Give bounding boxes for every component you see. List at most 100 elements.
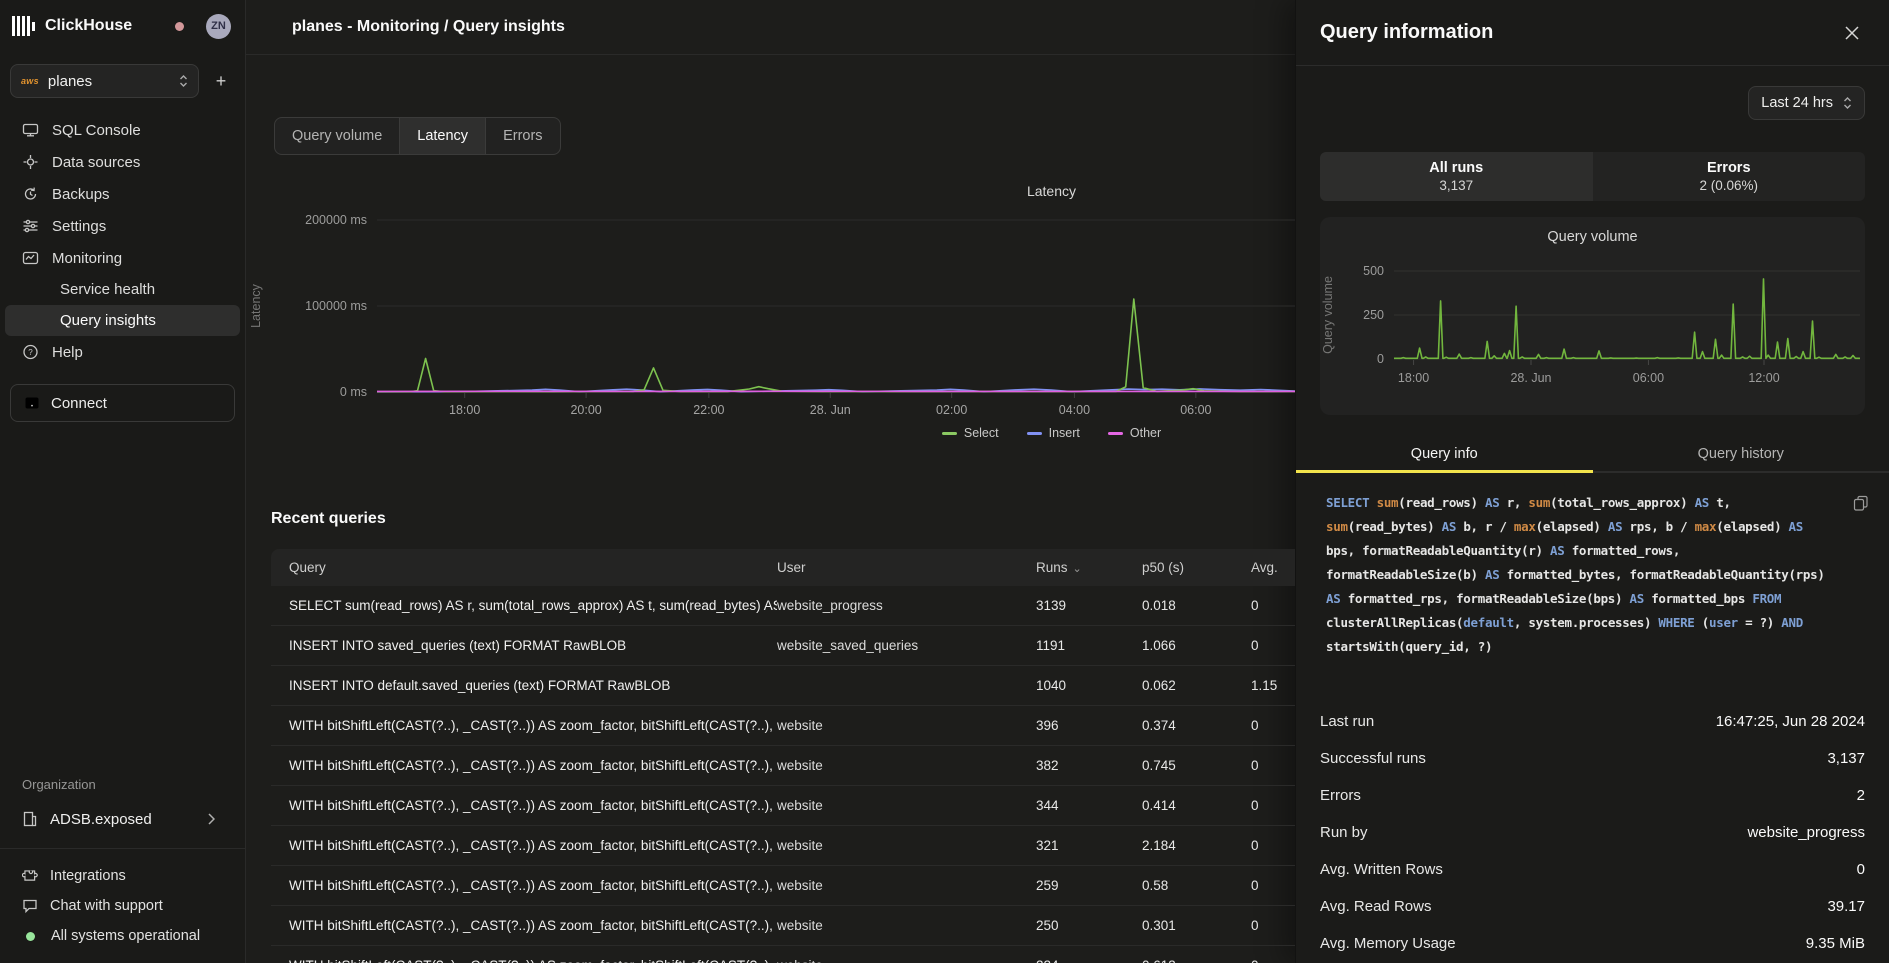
cell-runs: 1040 xyxy=(1036,678,1142,693)
cell-query: SELECT sum(read_rows) AS r, sum(total_ro… xyxy=(271,598,777,613)
aws-icon: aws xyxy=(21,76,39,86)
sidebar-item-settings[interactable]: Settings xyxy=(0,210,245,242)
integrations-item[interactable]: Integrations xyxy=(0,861,245,891)
table-row[interactable]: WITH bitShiftLeft(CAST(?..), _CAST(?..))… xyxy=(271,706,1295,746)
monitoring-icon xyxy=(22,250,39,266)
query-volume-title: Query volume xyxy=(1320,229,1865,251)
svg-text:?: ? xyxy=(28,348,33,357)
clickhouse-logo-icon xyxy=(12,16,35,36)
connect-button[interactable]: Connect xyxy=(10,384,235,422)
errors-tab[interactable]: Errors 2 (0.06%) xyxy=(1593,152,1866,201)
svg-text:500: 500 xyxy=(1363,264,1384,278)
cell-query: WITH bitShiftLeft(CAST(?..), _CAST(?..))… xyxy=(271,798,777,813)
sidebar-item-service-health[interactable]: Service health xyxy=(0,274,245,305)
runs-errors-toggle: All runs 3,137 Errors 2 (0.06%) xyxy=(1320,152,1865,201)
column-header-query[interactable]: Query xyxy=(271,560,777,575)
service-selector[interactable]: aws planes xyxy=(10,64,199,98)
column-header-avg[interactable]: Avg. xyxy=(1251,560,1295,575)
stat-value: 2 xyxy=(1857,787,1865,804)
close-icon[interactable] xyxy=(1841,22,1863,44)
sidebar-nav: SQL Console Data sources Backups Setting… xyxy=(0,114,245,368)
table-row[interactable]: SELECT sum(read_rows) AS r, sum(total_ro… xyxy=(271,586,1295,626)
sidebar-header: ClickHouse ZN xyxy=(0,0,245,52)
cell-query: WITH bitShiftLeft(CAST(?..), _CAST(?..))… xyxy=(271,758,777,773)
copy-icon[interactable] xyxy=(1853,495,1869,516)
stat-value: 3,137 xyxy=(1827,750,1865,767)
chart-legend: Select Insert Other xyxy=(377,426,1295,440)
terminal-icon xyxy=(22,122,39,138)
table-row[interactable]: WITH bitShiftLeft(CAST(?..), _CAST(?..))… xyxy=(271,946,1295,963)
table-row[interactable]: WITH bitShiftLeft(CAST(?..), _CAST(?..))… xyxy=(271,826,1295,866)
sidebar-item-label: SQL Console xyxy=(52,122,141,139)
svg-text:22:00: 22:00 xyxy=(693,403,724,417)
notification-dot-icon[interactable] xyxy=(175,22,184,31)
sidebar-item-monitoring[interactable]: Monitoring xyxy=(0,242,245,274)
sidebar-item-label: Query insights xyxy=(60,312,156,329)
column-header-runs[interactable]: Runs⌄ xyxy=(1036,560,1142,575)
sidebar-item-query-insights[interactable]: Query insights xyxy=(5,305,240,336)
cell-user: website xyxy=(777,718,1036,733)
chat-support-item[interactable]: Chat with support xyxy=(0,891,245,921)
table-row[interactable]: WITH bitShiftLeft(CAST(?..), _CAST(?..))… xyxy=(271,746,1295,786)
column-header-user[interactable]: User xyxy=(777,560,1036,575)
all-runs-tab[interactable]: All runs 3,137 xyxy=(1320,152,1593,201)
table-row[interactable]: WITH bitShiftLeft(CAST(?..), _CAST(?..))… xyxy=(271,906,1295,946)
cell-query: WITH bitShiftLeft(CAST(?..), _CAST(?..))… xyxy=(271,958,777,963)
table-row[interactable]: INSERT INTO saved_queries (text) FORMAT … xyxy=(271,626,1295,666)
legend-item-other[interactable]: Other xyxy=(1108,426,1161,440)
sidebar-item-sql-console[interactable]: SQL Console xyxy=(0,114,245,146)
stat-row: Avg. Written Rows0 xyxy=(1320,851,1865,888)
sidebar-item-label: Monitoring xyxy=(52,250,122,267)
tab-query-history[interactable]: Query history xyxy=(1593,437,1889,471)
cell-runs: 1191 xyxy=(1036,638,1142,653)
cell-user: website xyxy=(777,758,1036,773)
errors-label: Errors xyxy=(1707,160,1751,176)
organization-item[interactable]: ADSB.exposed xyxy=(0,802,245,836)
svg-text:250: 250 xyxy=(1363,308,1384,322)
table-row[interactable]: WITH bitShiftLeft(CAST(?..), _CAST(?..))… xyxy=(271,866,1295,906)
panel-tabs: Query info Query history xyxy=(1296,437,1889,473)
avatar[interactable]: ZN xyxy=(206,14,231,39)
svg-text:06:00: 06:00 xyxy=(1180,403,1211,417)
status-label: All systems operational xyxy=(51,928,200,944)
svg-text:12:00: 12:00 xyxy=(1748,371,1779,385)
sidebar-item-help[interactable]: ? Help xyxy=(0,336,245,368)
time-range-select[interactable]: Last 24 hrs xyxy=(1748,86,1865,120)
cell-p50: 2.184 xyxy=(1142,838,1251,853)
errors-value: 2 (0.06%) xyxy=(1699,178,1758,193)
table-header-row: Query User Runs⌄ p50 (s) Avg. xyxy=(271,549,1295,586)
footer-item-label: Chat with support xyxy=(50,898,163,914)
sidebar-item-data-sources[interactable]: Data sources xyxy=(0,146,245,178)
cell-p50: 0.613 xyxy=(1142,958,1251,963)
cell-user: website xyxy=(777,918,1036,933)
tab-errors[interactable]: Errors xyxy=(485,118,559,154)
cell-avg: 1.15 xyxy=(1251,678,1295,693)
legend-item-select[interactable]: Select xyxy=(942,426,999,440)
divider xyxy=(0,848,245,849)
legend-item-insert[interactable]: Insert xyxy=(1027,426,1080,440)
all-runs-value: 3,137 xyxy=(1439,178,1473,193)
connect-label: Connect xyxy=(51,395,107,412)
table-row[interactable]: INSERT INTO default.saved_queries (text)… xyxy=(271,666,1295,706)
data-sources-icon xyxy=(22,154,39,170)
cell-p50: 0.018 xyxy=(1142,598,1251,613)
cell-p50: 0.414 xyxy=(1142,798,1251,813)
sidebar-item-backups[interactable]: Backups xyxy=(0,178,245,210)
cell-user: website xyxy=(777,878,1036,893)
cell-p50: 0.58 xyxy=(1142,878,1251,893)
column-header-p50[interactable]: p50 (s) xyxy=(1142,560,1251,575)
add-service-button[interactable]: + xyxy=(207,67,235,95)
cell-runs: 224 xyxy=(1036,958,1142,963)
legend-label: Insert xyxy=(1049,426,1080,440)
tab-latency[interactable]: Latency xyxy=(399,118,485,154)
organization-building-icon xyxy=(22,811,38,827)
query-stats-list: Last run16:47:25, Jun 28 2024Successful … xyxy=(1320,703,1865,963)
tab-query-volume[interactable]: Query volume xyxy=(275,118,399,154)
svg-text:0 ms: 0 ms xyxy=(340,385,367,399)
system-status-item[interactable]: All systems operational xyxy=(0,921,245,951)
query-volume-card: Query volume 500250018:0028. Jun06:0012:… xyxy=(1320,217,1865,415)
latency-chart: Latency 200000 ms100000 ms0 ms18:0020:00… xyxy=(246,183,1295,440)
stat-label: Avg. Written Rows xyxy=(1320,861,1443,878)
tab-query-info[interactable]: Query info xyxy=(1296,437,1593,471)
table-row[interactable]: WITH bitShiftLeft(CAST(?..), _CAST(?..))… xyxy=(271,786,1295,826)
